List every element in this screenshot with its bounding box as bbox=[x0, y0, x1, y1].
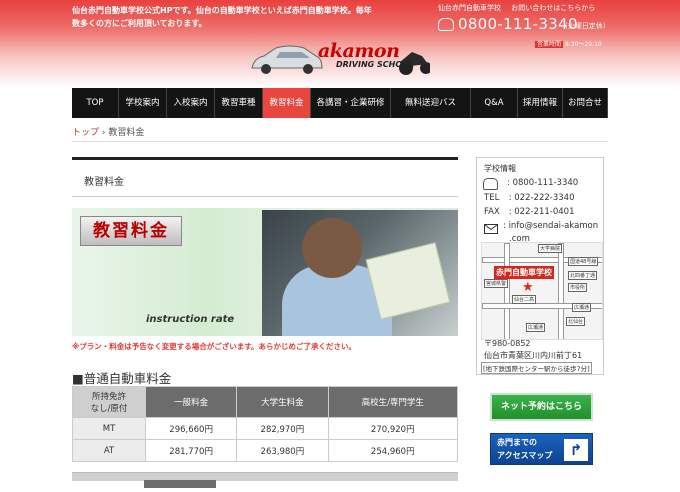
divider bbox=[72, 141, 608, 142]
person-head bbox=[302, 218, 362, 278]
table-header-row: 所持免許 なし/原付 一般料金 大学生料金 高校生/専門学生 bbox=[72, 386, 458, 418]
map-label: 大学病院 bbox=[538, 244, 563, 253]
access-map-button[interactable]: 赤門までの アクセスマップ ↱ bbox=[490, 433, 593, 465]
school-info-panel: 学校情報 : 0800-111-3340 TEL : 022-222-3340 … bbox=[476, 157, 604, 375]
nav-item-top[interactable]: TOP bbox=[72, 88, 119, 118]
map-road bbox=[504, 243, 510, 339]
site-header: 仙台赤門自動車学校公式HPです。仙台の自動車学校といえば赤門自動車学校。毎年数多… bbox=[0, 0, 680, 88]
table-row-label: MT bbox=[72, 417, 146, 440]
access-button-line2: アクセスマップ bbox=[497, 451, 553, 460]
mail-icon bbox=[484, 224, 498, 234]
map-label: 国道48号線 bbox=[568, 257, 599, 266]
breadcrumb: トップ › 教習料金 bbox=[72, 125, 144, 138]
map-label: 広瀬通 bbox=[526, 323, 546, 332]
map-label: 広瀬通 bbox=[572, 303, 592, 312]
price-notice: ※プラン・料金は予告なく変更する場合がございます。あらかじめご了承ください。 bbox=[72, 342, 357, 351]
banner-title: 教習料金 bbox=[80, 216, 182, 246]
free-dial[interactable]: : 0800-111-3340 bbox=[507, 178, 578, 188]
logo-text: akamon bbox=[318, 40, 400, 62]
table-header: 大学生料金 bbox=[236, 386, 329, 418]
breadcrumb-home[interactable]: トップ bbox=[72, 128, 99, 138]
site-intro: 仙台赤門自動車学校公式HPです。仙台の自動車学校といえば赤門自動車学校。毎年数多… bbox=[72, 6, 372, 28]
phone-icon bbox=[438, 18, 454, 31]
map-label: 宮城県警 bbox=[484, 279, 509, 288]
table-corner: 所持免許 なし/原付 bbox=[72, 386, 146, 418]
access-map[interactable]: 大学病院 宮城県警 国道48号線 北四番丁通 市役所 仙台二高 広瀬通 広瀬通 … bbox=[481, 242, 603, 340]
contact-link[interactable]: お問い合わせはこちらから bbox=[511, 4, 595, 12]
fee-banner: 教習料金 instruction rate bbox=[72, 208, 458, 336]
address: 仙台市青葉区川内川前丁61 bbox=[484, 351, 583, 360]
map-label: 北四番丁通 bbox=[568, 271, 598, 280]
reserve-online-button[interactable]: ネット予約はこちら bbox=[490, 393, 593, 421]
school-link[interactable]: 仙台赤門自動車学校 bbox=[438, 4, 501, 12]
table-cell: 254,960円 bbox=[327, 439, 458, 462]
nav-item-school[interactable]: 学校案内 bbox=[119, 88, 167, 118]
table-row: AT 281,770円 263,980円 254,960円 bbox=[72, 439, 458, 462]
phone-icon bbox=[483, 178, 498, 190]
map-label: 仙台二高 bbox=[512, 295, 537, 304]
page-title: 教習料金 bbox=[84, 177, 124, 188]
tel-label: TEL bbox=[484, 193, 500, 203]
table-cell: 281,770円 bbox=[144, 439, 238, 462]
nav-item-faq[interactable]: Q&A bbox=[471, 88, 518, 118]
header-links: 仙台赤門自動車学校 お問い合わせはこちらから bbox=[438, 3, 678, 13]
nav-item-contact[interactable]: お問合せ bbox=[563, 88, 608, 118]
banner-photo bbox=[262, 210, 458, 336]
map-label: 市役所 bbox=[568, 283, 588, 292]
hours-label: 営業時間 bbox=[535, 41, 564, 48]
hours-value: 8:30〜20:10 bbox=[564, 41, 602, 48]
nav-item-bus[interactable]: 無料送迎バス bbox=[391, 88, 471, 118]
nav-item-courses[interactable]: 各講習・企業研修 bbox=[311, 88, 391, 118]
next-table-header bbox=[144, 480, 216, 488]
access-note: [地下鉄国際センター駅から徒歩7分] bbox=[481, 362, 592, 374]
fax-label: FAX bbox=[484, 207, 500, 217]
site-logo[interactable]: akamon DRIVING SCHOOL bbox=[250, 38, 432, 76]
map-road bbox=[558, 243, 564, 339]
logo-subtext: DRIVING SCHOOL bbox=[336, 60, 415, 69]
main-nav: TOP 学校案内 入校案内 教習車種 教習料金 各講習・企業研修 無料送迎バス … bbox=[72, 88, 608, 118]
table-header: 高校生/専門学生 bbox=[327, 386, 458, 418]
tel-row: TEL : 022-222-3340 bbox=[484, 193, 574, 203]
table-header: 一般料金 bbox=[144, 386, 238, 418]
table-cell: 282,970円 bbox=[236, 417, 329, 440]
section-title: ■普通自動車料金 bbox=[72, 371, 172, 386]
turn-arrow-icon: ↱ bbox=[564, 439, 588, 461]
map-sheet bbox=[365, 242, 451, 320]
phone-row: 0800-111-3340 (火曜日定休) bbox=[438, 15, 678, 37]
nav-item-recruit[interactable]: 採用情報 bbox=[518, 88, 563, 118]
nav-item-fees[interactable]: 教習料金 bbox=[263, 88, 311, 118]
fax-row: FAX : 022-211-0401 bbox=[484, 207, 574, 217]
table-row: MT 296,660円 282,970円 270,920円 bbox=[72, 417, 458, 440]
business-hours: 営業時間 8:30〜20:10 bbox=[535, 39, 602, 48]
breadcrumb-current: 教習料金 bbox=[108, 128, 145, 138]
table-row-label: AT bbox=[72, 439, 146, 462]
banner-subtitle: instruction rate bbox=[146, 314, 235, 325]
table-cell: 263,980円 bbox=[236, 439, 329, 462]
map-label: 北仙台 bbox=[566, 317, 586, 326]
phone-note: (火曜日定休) bbox=[565, 22, 606, 30]
access-button-line1: 赤門までの bbox=[497, 438, 537, 447]
breadcrumb-separator: › bbox=[101, 128, 106, 138]
nav-item-admission[interactable]: 入校案内 bbox=[167, 88, 215, 118]
fee-table: 所持免許 なし/原付 一般料金 大学生料金 高校生/専門学生 MT 296,66… bbox=[72, 386, 458, 462]
header-contact: 仙台赤門自動車学校 お問い合わせはこちらから 0800-111-3340 (火曜… bbox=[438, 3, 678, 48]
fax-value: : 022-211-0401 bbox=[508, 207, 575, 217]
info-heading: 学校情報 bbox=[484, 164, 516, 173]
tel-value[interactable]: : 022-222-3340 bbox=[509, 193, 575, 203]
table-cell: 270,920円 bbox=[327, 417, 458, 440]
map-school-title: 赤門自動車学校 bbox=[494, 266, 554, 279]
nav-item-vehicles[interactable]: 教習車種 bbox=[215, 88, 263, 118]
star-icon: ★ bbox=[522, 280, 534, 295]
email-line1[interactable]: : info@sendai-akamon bbox=[503, 221, 598, 231]
page-title-box: 教習料金 bbox=[72, 157, 458, 197]
header-phone[interactable]: 0800-111-3340 bbox=[458, 15, 578, 33]
zip-code: 〒980-0852 bbox=[484, 339, 531, 348]
table-cell: 296,660円 bbox=[144, 417, 238, 440]
